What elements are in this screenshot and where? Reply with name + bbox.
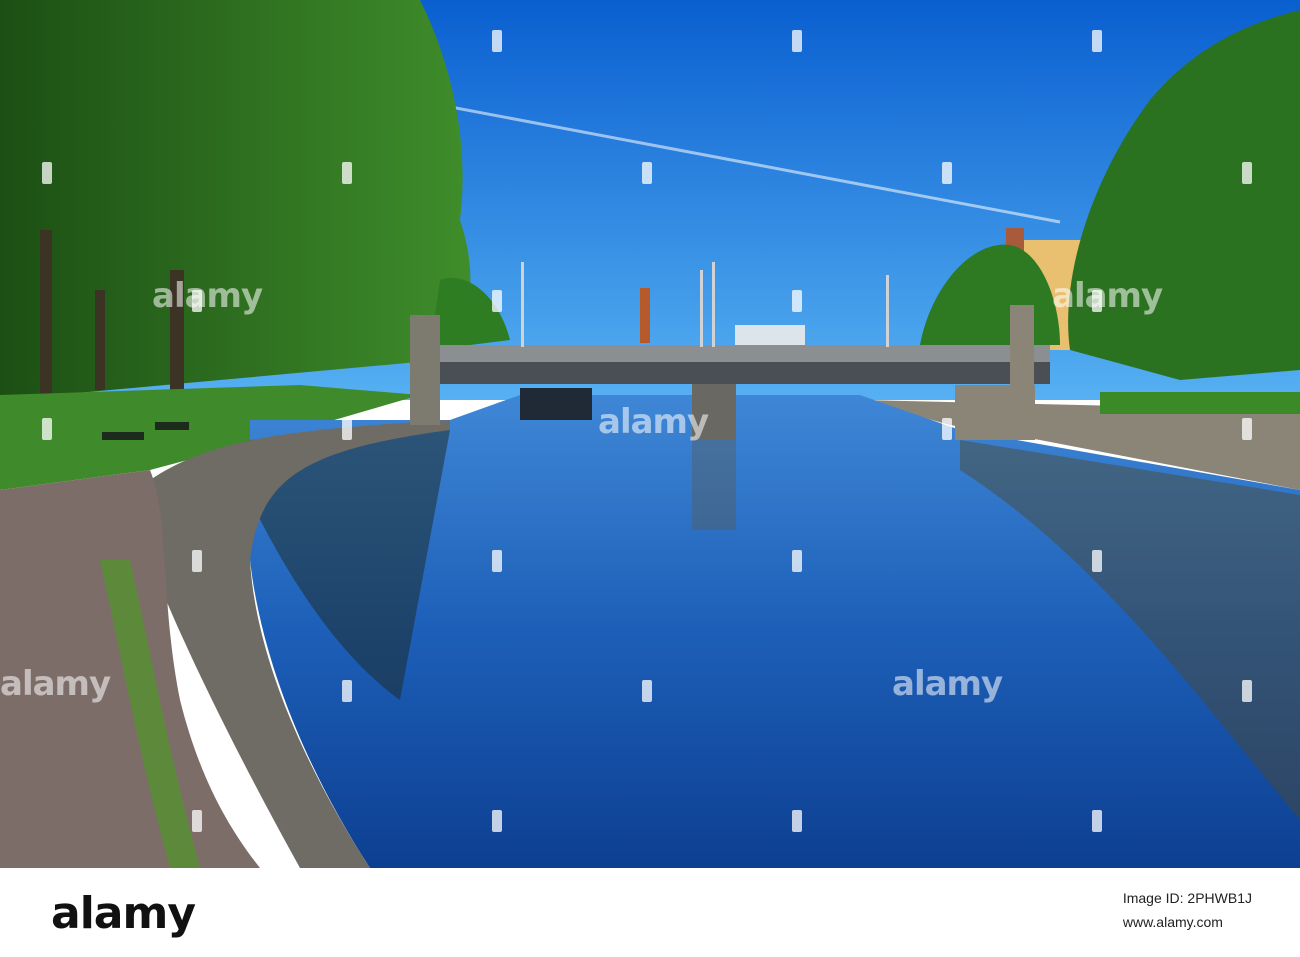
watermark-logo: alamy [152,276,263,316]
watermark-mark [642,162,652,184]
bridge-abutment-base [955,385,1035,440]
right-lawn [1100,392,1300,414]
watermark-mark [1242,680,1252,702]
watermark-mark [1092,30,1102,52]
bench [102,432,144,440]
image-info: Image ID: 2PHWB1J www.alamy.com [1123,886,1252,934]
watermark-mark [42,162,52,184]
tree-trunk [95,290,105,390]
watermark-mark [1092,550,1102,572]
watermark-mark [342,418,352,440]
flagpole [521,262,524,347]
site-url: www.alamy.com [1122,914,1223,930]
watermark-mark [642,680,652,702]
watermark-mark [1092,810,1102,832]
watermark-mark [942,162,952,184]
flagpole [700,270,703,347]
watermark-logo: alamy [892,664,1003,704]
photo: alamy alamy alamy alamy alamy [0,0,1300,868]
watermark-mark [792,810,802,832]
bridge-deck [430,362,1050,384]
watermark-mark [492,810,502,832]
moored-boat [520,388,592,420]
flagpole [712,262,715,347]
watermark-mark [942,418,952,440]
left-trees [0,0,471,400]
watermark-mark [192,810,202,832]
watermark-mark [192,550,202,572]
watermark-mark [492,30,502,52]
bench [155,422,189,430]
alamy-logo: alamy [51,888,196,939]
watermark-mark [42,418,52,440]
watermark-logo: alamy [598,402,709,442]
watermark-mark [342,162,352,184]
watermark-mark [792,290,802,312]
flagpole [886,275,889,347]
pier-reflection [692,440,736,530]
watermark-logo: alamy [0,664,111,704]
footer-bar: alamy Image ID: 2PHWB1J www.alamy.com [0,868,1300,957]
watermark-mark [1242,418,1252,440]
tree-trunk [40,230,52,410]
watermark-mark [792,550,802,572]
watermark-mark [492,290,502,312]
chimney [640,288,650,343]
watermark-logo: alamy [1052,276,1163,316]
watermark-mark [492,550,502,572]
watermark-mark [1242,162,1252,184]
watermark-mark [342,680,352,702]
bridge-abutment-left [410,315,440,425]
watermark-mark [792,30,802,52]
image-id: Image ID: 2PHWB1J [1122,890,1252,906]
